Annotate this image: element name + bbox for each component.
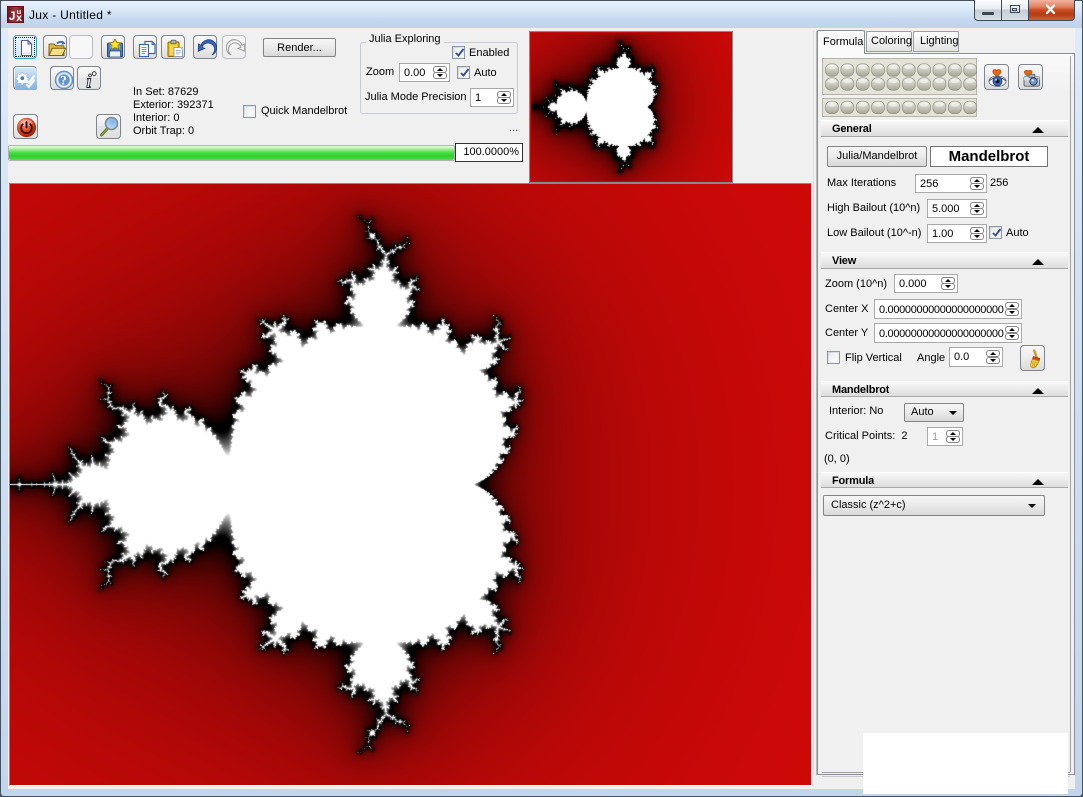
svg-text:x: x	[16, 12, 22, 23]
svg-text:?: ?	[60, 73, 67, 88]
svg-text:i: i	[86, 72, 92, 91]
svg-text:J: J	[9, 9, 16, 23]
